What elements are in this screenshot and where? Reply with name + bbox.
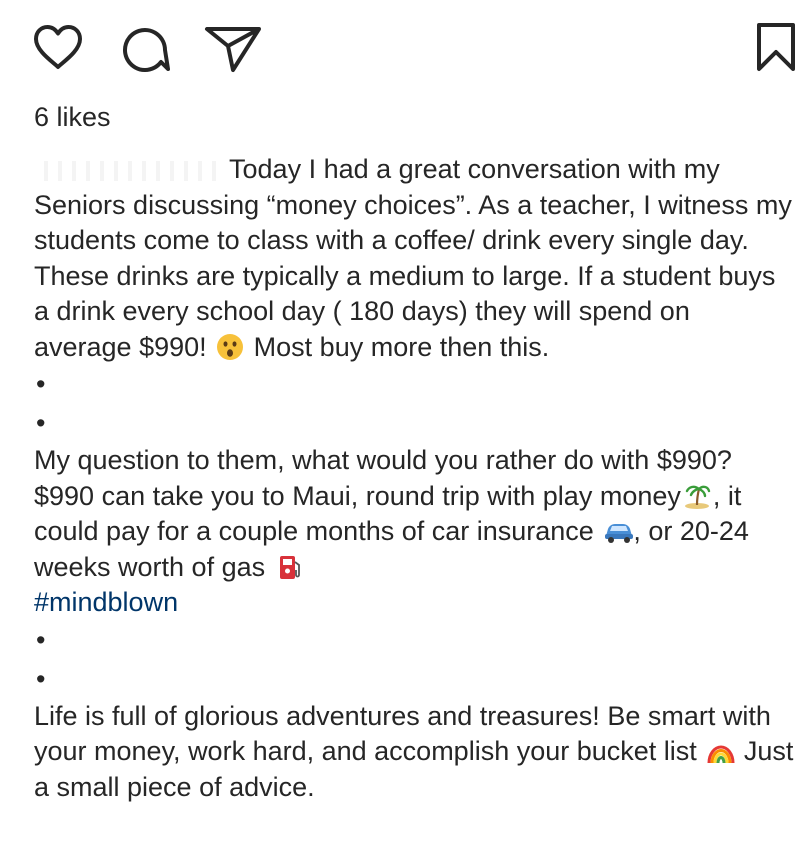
- caption-text: Life is full of glorious adventures and …: [34, 700, 771, 767]
- bullet-separator: •: [36, 624, 46, 655]
- caption-paragraph-2: My question to them, what would you rath…: [34, 443, 794, 621]
- heart-icon[interactable]: [33, 24, 83, 70]
- comment-icon[interactable]: [121, 24, 171, 74]
- bullet-separator: •: [36, 369, 46, 399]
- bullet-separator: •: [36, 408, 46, 438]
- rainbow-emoji-icon: [706, 737, 735, 765]
- fuel-pump-emoji-icon: [275, 553, 303, 581]
- caption-paragraph-3: Life is full of glorious adventures and …: [34, 699, 794, 806]
- caption-text: Today I had a great conversation with my…: [34, 154, 792, 362]
- car-emoji-icon: [603, 517, 634, 545]
- paper-plane-icon[interactable]: [203, 24, 263, 74]
- caption-text: My question to them, what would you rath…: [34, 445, 732, 511]
- bullet-separator: •: [36, 663, 46, 694]
- island-emoji-icon: [683, 482, 711, 510]
- astonished-face-emoji-icon: [216, 333, 244, 361]
- caption-text: Most buy more then this.: [253, 331, 550, 362]
- likes-count[interactable]: 6 likes: [34, 100, 111, 134]
- bookmark-icon[interactable]: [755, 21, 797, 73]
- redacted-username: [34, 160, 222, 181]
- post-actions-bar: [0, 0, 811, 90]
- caption-paragraph-1: Today I had a great conversation with my…: [34, 152, 794, 365]
- post-caption: Today I had a great conversation with my…: [34, 152, 794, 805]
- hashtag-link[interactable]: #mindblown: [34, 587, 178, 617]
